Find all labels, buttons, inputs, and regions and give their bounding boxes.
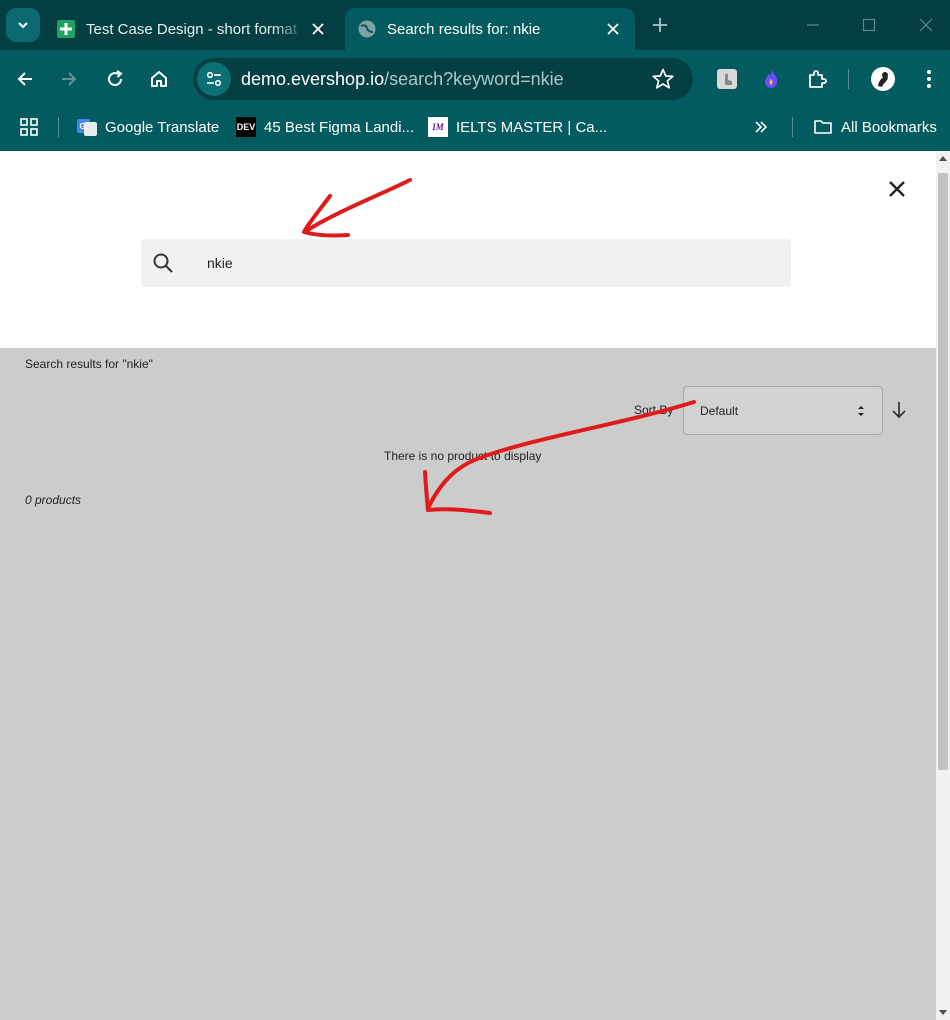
google-translate-icon: G — [77, 119, 97, 136]
google-sheets-icon — [57, 20, 75, 38]
page-scrollbar[interactable] — [936, 151, 950, 1020]
extensions-button[interactable] — [802, 64, 832, 94]
more-vert-icon — [927, 70, 931, 88]
bookmarks-separator — [58, 117, 59, 137]
profile-button[interactable] — [868, 64, 898, 94]
all-bookmarks-label: All Bookmarks — [841, 118, 937, 136]
plus-icon — [653, 18, 667, 32]
forward-button[interactable] — [54, 64, 84, 94]
bookmark-label: Google Translate — [105, 118, 220, 136]
bookmarks-overflow-button[interactable] — [753, 114, 769, 140]
page-content: Search results for "nkie" Sort By Defaul… — [0, 151, 936, 1020]
sort-direction-icon[interactable] — [888, 399, 910, 421]
browser-chrome: Test Case Design - short format Search r… — [0, 0, 950, 151]
extension-touch-button[interactable] — [712, 64, 742, 94]
search-icon — [153, 253, 173, 273]
search-input[interactable] — [207, 239, 767, 287]
chevron-double-right-icon — [755, 121, 768, 133]
bookmark-google-translate[interactable]: G Google Translate — [77, 114, 219, 140]
url-path: /search?keyword=nkie — [384, 68, 564, 89]
dev-icon: DEV — [236, 117, 256, 137]
arrow-left-icon — [17, 72, 32, 86]
bookmarks-separator — [792, 117, 793, 137]
arrow-right-icon — [62, 72, 77, 86]
puzzle-icon — [809, 70, 827, 88]
minimize-icon — [807, 24, 819, 26]
chevron-down-icon — [18, 22, 28, 29]
address-bar[interactable]: demo.evershop.io/search?keyword=nkie — [193, 58, 693, 100]
minimize-button[interactable] — [801, 13, 825, 37]
url-text: demo.evershop.io/search?keyword=nkie — [241, 69, 564, 90]
empty-results-message: There is no product to display — [384, 449, 542, 463]
toolbar-separator — [848, 69, 849, 89]
sort-by-select[interactable]: Default — [683, 386, 883, 435]
scroll-down-icon[interactable] — [939, 1010, 947, 1016]
close-icon — [889, 181, 905, 197]
bookmark-figma-landing[interactable]: DEV 45 Best Figma Landi... — [236, 114, 414, 140]
tab-test-case-design[interactable]: Test Case Design - short format — [44, 8, 340, 50]
url-host: demo.evershop.io — [241, 68, 385, 89]
bookmark-ielts-master[interactable]: IM IELTS MASTER | Ca... — [428, 114, 607, 140]
home-button[interactable] — [144, 64, 174, 94]
site-info-button[interactable] — [197, 62, 231, 96]
close-tab-icon[interactable] — [306, 17, 330, 41]
select-arrows-icon — [858, 406, 864, 416]
bookmark-label: IELTS MASTER | Ca... — [456, 118, 608, 136]
tab-strip: Test Case Design - short format Search r… — [0, 0, 950, 50]
avatar — [871, 67, 895, 91]
browser-toolbar: demo.evershop.io/search?keyword=nkie — [0, 50, 950, 108]
scroll-up-icon[interactable] — [939, 155, 947, 161]
search-results-heading: Search results for "nkie" — [25, 357, 153, 371]
ielts-icon: IM — [428, 117, 448, 137]
close-search-button[interactable] — [885, 177, 909, 201]
bookmark-label: 45 Best Figma Landi... — [264, 118, 415, 136]
tab-search-button[interactable] — [6, 8, 40, 42]
bookmarks-bar: G Google Translate DEV 45 Best Figma Lan… — [0, 108, 950, 146]
tab-title: Search results for: nkie — [387, 20, 541, 38]
folder-icon — [814, 120, 832, 134]
maximize-button[interactable] — [857, 13, 881, 37]
all-bookmarks-button[interactable]: All Bookmarks — [813, 114, 937, 140]
search-panel — [0, 151, 936, 348]
extension-flame-button[interactable] — [756, 64, 786, 94]
browser-menu-button[interactable] — [914, 64, 944, 94]
tab-search-results[interactable]: Search results for: nkie — [345, 8, 635, 50]
tune-icon — [206, 71, 222, 87]
home-icon — [151, 71, 167, 87]
globe-icon — [358, 20, 376, 38]
search-box — [141, 239, 791, 287]
touch-extension-icon — [717, 69, 737, 89]
close-window-button[interactable] — [914, 13, 938, 37]
reload-button[interactable] — [100, 64, 130, 94]
close-icon — [919, 18, 933, 32]
new-tab-button[interactable] — [648, 13, 672, 37]
sort-by-value: Default — [700, 404, 739, 418]
bookmark-star-icon[interactable] — [651, 67, 675, 91]
back-button[interactable] — [10, 64, 40, 94]
flame-extension-icon — [765, 70, 778, 88]
tab-title: Test Case Design - short format — [86, 20, 297, 38]
svg-text:G: G — [80, 122, 86, 131]
sort-by-label: Sort By — [634, 403, 674, 417]
apps-grid-icon — [20, 118, 38, 136]
product-count: 0 products — [25, 493, 82, 507]
reload-icon — [108, 70, 123, 87]
maximize-icon — [862, 18, 876, 32]
scrollbar-thumb[interactable] — [938, 173, 948, 770]
close-tab-icon[interactable] — [601, 17, 625, 41]
apps-button[interactable] — [19, 114, 39, 140]
